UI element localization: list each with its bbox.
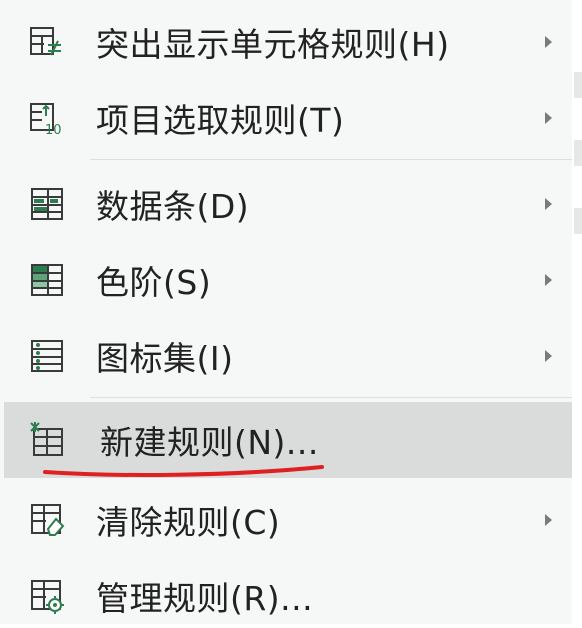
color-scales-icon — [28, 261, 66, 299]
strip-marker — [574, 208, 582, 234]
menu-item-label: 新建规则(N)... — [100, 423, 319, 462]
conditional-formatting-menu: 突出显示单元格规则(H) 10 项目选取规则(T) 数据条(D) 色阶(S) 图… — [0, 0, 573, 624]
manage-rules-icon — [28, 577, 66, 615]
clear-rules-icon — [28, 501, 66, 539]
top-bottom-rules-icon: 10 — [28, 99, 66, 137]
menu-item-color-scales[interactable]: 色阶(S) — [6, 248, 572, 312]
svg-text:10: 10 — [45, 123, 62, 137]
menu-item-label: 项目选取规则(T) — [96, 101, 345, 140]
submenu-arrow-icon — [545, 198, 552, 210]
highlight-cells-rules-icon — [28, 23, 66, 61]
data-bars-icon — [28, 185, 66, 223]
menu-item-label: 清除规则(C) — [96, 503, 281, 542]
menu-item-manage-rules[interactable]: 管理规则(R)... — [6, 564, 572, 628]
strip-marker — [574, 72, 582, 98]
submenu-arrow-icon — [545, 514, 552, 526]
new-rule-icon — [28, 421, 66, 459]
menu-item-label: 管理规则(R)... — [96, 579, 314, 618]
submenu-arrow-icon — [545, 112, 552, 124]
menu-item-icon-sets[interactable]: 图标集(I) — [6, 324, 572, 388]
submenu-arrow-icon — [545, 274, 552, 286]
submenu-arrow-icon — [545, 350, 552, 362]
menu-item-clear-rules[interactable]: 清除规则(C) — [6, 488, 572, 552]
menu-item-highlight-cells-rules[interactable]: 突出显示单元格规则(H) — [6, 10, 572, 74]
menu-item-top-bottom-rules[interactable]: 10 项目选取规则(T) — [6, 86, 572, 150]
menu-separator — [90, 159, 572, 160]
menu-item-data-bars[interactable]: 数据条(D) — [6, 172, 572, 236]
strip-marker — [574, 140, 582, 166]
menu-item-label: 色阶(S) — [96, 263, 212, 302]
menu-item-new-rule[interactable]: 新建规则(N)... — [4, 402, 572, 478]
menu-item-label: 图标集(I) — [96, 339, 234, 378]
icon-sets-icon — [28, 337, 66, 375]
submenu-arrow-icon — [545, 36, 552, 48]
menu-item-label: 突出显示单元格规则(H) — [96, 25, 450, 64]
scrollbar-strip — [572, 0, 582, 624]
menu-item-label: 数据条(D) — [96, 187, 250, 226]
menu-separator — [90, 397, 572, 398]
